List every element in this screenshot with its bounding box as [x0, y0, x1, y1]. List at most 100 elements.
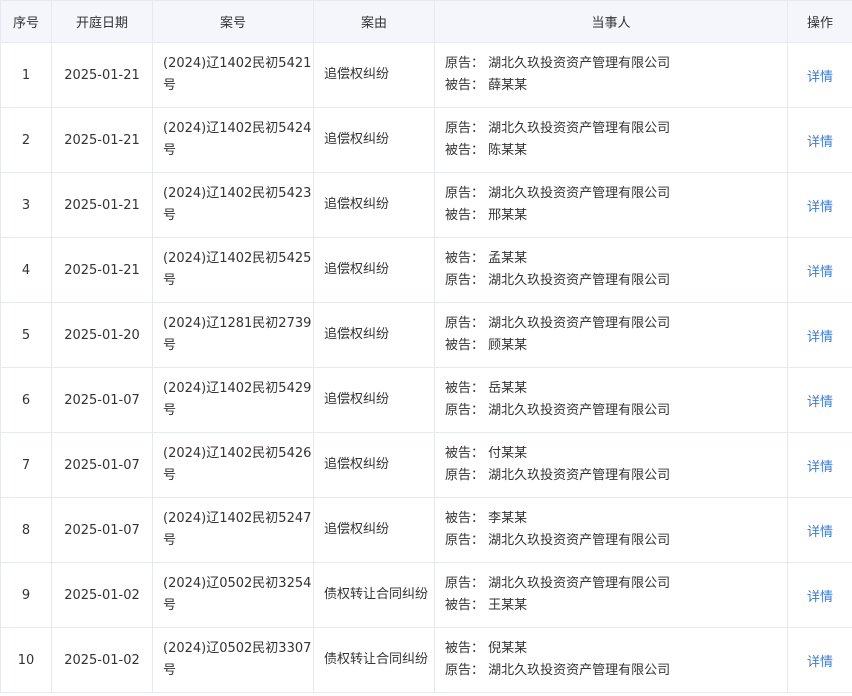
hearing-date: 2025-01-21	[51, 172, 153, 238]
parties-cell: 被告： 付某某 原告： 湖北久玖投资资产管理有限公司	[434, 432, 788, 498]
case-cause: 债权转让合同纠纷	[313, 562, 435, 628]
action-cell: 详情	[787, 562, 852, 628]
table-row: 4 2025-01-21 (2024)辽1402民初5425号 追偿权纠纷 被告…	[0, 237, 852, 303]
details-link[interactable]: 详情	[807, 460, 833, 475]
header-date: 开庭日期	[51, 0, 153, 43]
table-row: 1 2025-01-21 (2024)辽1402民初5421号 追偿权纠纷 原告…	[0, 42, 852, 108]
case-number: (2024)辽1402民初5425号	[152, 237, 314, 303]
parties-cell: 被告： 孟某某 原告： 湖北久玖投资资产管理有限公司	[434, 237, 788, 303]
header-action: 操作	[787, 0, 852, 43]
case-number: (2024)辽1402民初5423号	[152, 172, 314, 238]
case-cause: 追偿权纠纷	[313, 497, 435, 563]
hearing-date: 2025-01-07	[51, 367, 153, 433]
party-line: 被告： 邢某某	[445, 208, 528, 223]
party-line: 原告： 湖北久玖投资资产管理有限公司	[445, 403, 671, 418]
party-line: 被告： 薛某某	[445, 78, 528, 93]
table-row: 8 2025-01-07 (2024)辽1402民初5247号 追偿权纠纷 被告…	[0, 497, 852, 563]
hearing-date: 2025-01-02	[51, 562, 153, 628]
case-cause: 追偿权纠纷	[313, 107, 435, 173]
hearing-date: 2025-01-21	[51, 42, 153, 108]
parties-cell: 被告： 李某某 原告： 湖北久玖投资资产管理有限公司	[434, 497, 788, 563]
details-link[interactable]: 详情	[807, 590, 833, 605]
details-link[interactable]: 详情	[807, 135, 833, 150]
header-parties: 当事人	[434, 0, 788, 43]
table-header-row: 序号 开庭日期 案号 案由 当事人 操作	[0, 0, 852, 43]
table-row: 2 2025-01-21 (2024)辽1402民初5424号 追偿权纠纷 原告…	[0, 107, 852, 173]
case-number: (2024)辽1402民初5421号	[152, 42, 314, 108]
case-number: (2024)辽0502民初3307号	[152, 627, 314, 693]
action-cell: 详情	[787, 497, 852, 563]
case-cause: 追偿权纠纷	[313, 237, 435, 303]
details-link[interactable]: 详情	[807, 265, 833, 280]
party-line: 原告： 湖北久玖投资资产管理有限公司	[445, 576, 671, 591]
row-index: 9	[0, 562, 52, 628]
action-cell: 详情	[787, 107, 852, 173]
party-line: 原告： 湖北久玖投资资产管理有限公司	[445, 121, 671, 136]
party-line: 被告： 顾某某	[445, 338, 528, 353]
hearing-date: 2025-01-21	[51, 107, 153, 173]
parties-cell: 被告： 岳某某 原告： 湖北久玖投资资产管理有限公司	[434, 367, 788, 433]
details-link[interactable]: 详情	[807, 395, 833, 410]
party-line: 被告： 李某某	[445, 511, 528, 526]
hearing-table: 序号 开庭日期 案号 案由 当事人 操作 1 2025-01-21 (2024)…	[0, 0, 852, 693]
action-cell: 详情	[787, 432, 852, 498]
details-link[interactable]: 详情	[807, 200, 833, 215]
party-line: 被告： 陈某某	[445, 143, 528, 158]
case-cause: 追偿权纠纷	[313, 367, 435, 433]
hearing-date: 2025-01-02	[51, 627, 153, 693]
details-link[interactable]: 详情	[807, 525, 833, 540]
case-number: (2024)辽1402民初5426号	[152, 432, 314, 498]
row-index: 4	[0, 237, 52, 303]
party-line: 原告： 湖北久玖投资资产管理有限公司	[445, 56, 671, 71]
parties-cell: 原告： 湖北久玖投资资产管理有限公司 被告： 薛某某	[434, 42, 788, 108]
details-link[interactable]: 详情	[807, 70, 833, 85]
action-cell: 详情	[787, 302, 852, 368]
action-cell: 详情	[787, 627, 852, 693]
details-link[interactable]: 详情	[807, 655, 833, 670]
row-index: 7	[0, 432, 52, 498]
case-number: (2024)辽1402民初5429号	[152, 367, 314, 433]
party-line: 原告： 湖北久玖投资资产管理有限公司	[445, 533, 671, 548]
action-cell: 详情	[787, 42, 852, 108]
row-index: 10	[0, 627, 52, 693]
hearing-date: 2025-01-21	[51, 237, 153, 303]
action-cell: 详情	[787, 172, 852, 238]
parties-cell: 原告： 湖北久玖投资资产管理有限公司 被告： 陈某某	[434, 107, 788, 173]
header-index: 序号	[0, 0, 52, 43]
hearing-date: 2025-01-07	[51, 432, 153, 498]
table-row: 6 2025-01-07 (2024)辽1402民初5429号 追偿权纠纷 被告…	[0, 367, 852, 433]
parties-cell: 被告： 倪某某 原告： 湖北久玖投资资产管理有限公司	[434, 627, 788, 693]
row-index: 8	[0, 497, 52, 563]
party-line: 原告： 湖北久玖投资资产管理有限公司	[445, 186, 671, 201]
case-number: (2024)辽0502民初3254号	[152, 562, 314, 628]
header-cause: 案由	[313, 0, 435, 43]
parties-cell: 原告： 湖北久玖投资资产管理有限公司 被告： 邢某某	[434, 172, 788, 238]
hearing-date: 2025-01-20	[51, 302, 153, 368]
table-row: 5 2025-01-20 (2024)辽1281民初2739号 追偿权纠纷 原告…	[0, 302, 852, 368]
party-line: 被告： 孟某某	[445, 251, 528, 266]
row-index: 6	[0, 367, 52, 433]
party-line: 原告： 湖北久玖投资资产管理有限公司	[445, 316, 671, 331]
row-index: 2	[0, 107, 52, 173]
case-number: (2024)辽1281民初2739号	[152, 302, 314, 368]
case-cause: 追偿权纠纷	[313, 302, 435, 368]
header-case-no: 案号	[152, 0, 314, 43]
party-line: 原告： 湖北久玖投资资产管理有限公司	[445, 273, 671, 288]
case-cause: 追偿权纠纷	[313, 172, 435, 238]
party-line: 被告： 王某某	[445, 598, 528, 613]
table-row: 9 2025-01-02 (2024)辽0502民初3254号 债权转让合同纠纷…	[0, 562, 852, 628]
action-cell: 详情	[787, 237, 852, 303]
party-line: 原告： 湖北久玖投资资产管理有限公司	[445, 663, 671, 678]
parties-cell: 原告： 湖北久玖投资资产管理有限公司 被告： 王某某	[434, 562, 788, 628]
table-row: 3 2025-01-21 (2024)辽1402民初5423号 追偿权纠纷 原告…	[0, 172, 852, 238]
parties-cell: 原告： 湖北久玖投资资产管理有限公司 被告： 顾某某	[434, 302, 788, 368]
row-index: 1	[0, 42, 52, 108]
hearing-date: 2025-01-07	[51, 497, 153, 563]
case-cause: 追偿权纠纷	[313, 42, 435, 108]
party-line: 原告： 湖北久玖投资资产管理有限公司	[445, 468, 671, 483]
details-link[interactable]: 详情	[807, 330, 833, 345]
party-line: 被告： 付某某	[445, 446, 528, 461]
row-index: 3	[0, 172, 52, 238]
table-row: 10 2025-01-02 (2024)辽0502民初3307号 债权转让合同纠…	[0, 627, 852, 693]
case-number: (2024)辽1402民初5424号	[152, 107, 314, 173]
